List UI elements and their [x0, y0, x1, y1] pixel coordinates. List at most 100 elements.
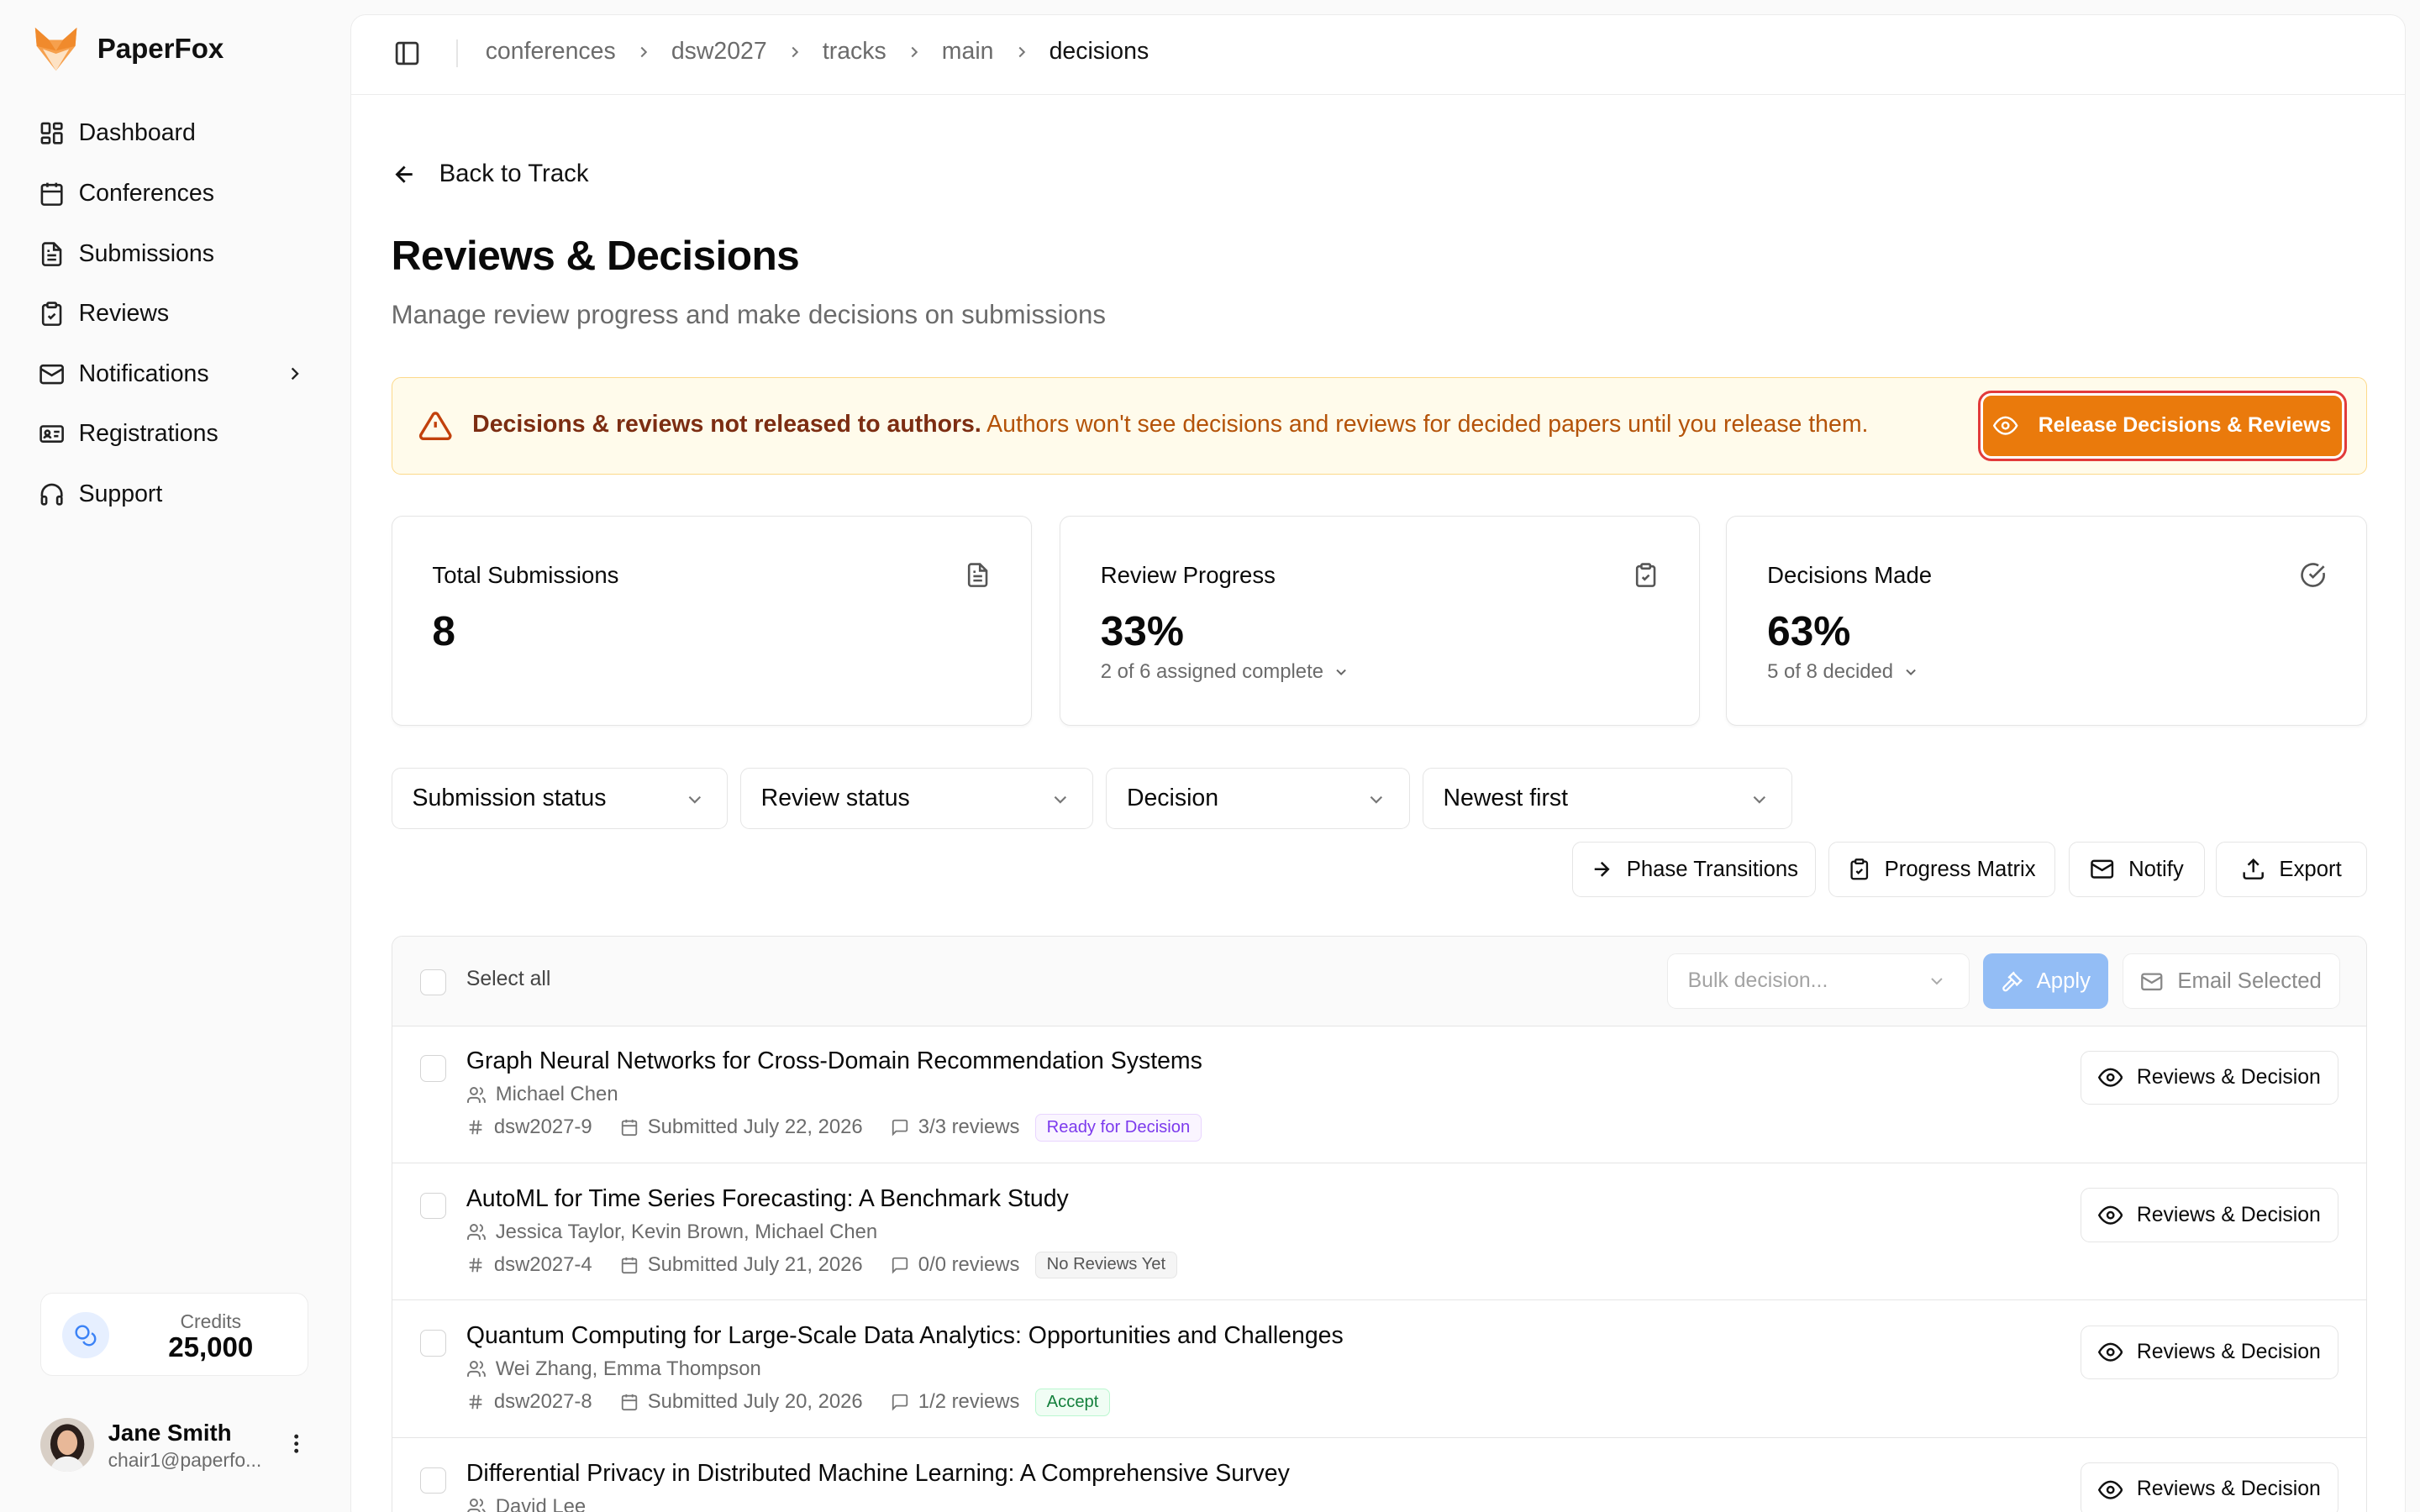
- submission-title[interactable]: Quantum Computing for Large-Scale Data A…: [466, 1322, 1344, 1350]
- back-link[interactable]: Back to Track: [392, 160, 589, 188]
- sidebar-item-submissions[interactable]: Submissions: [24, 223, 327, 284]
- button-label: Progress Matrix: [1884, 857, 2036, 881]
- row-checkbox[interactable]: [419, 1055, 446, 1082]
- reviews-decision-button[interactable]: Reviews & Decision: [2081, 1325, 2338, 1380]
- submissions-list: Select all Bulk decision... Apply Email …: [391, 936, 2367, 1512]
- calendar-icon: [620, 1256, 639, 1274]
- progress-matrix-button[interactable]: Progress Matrix: [1828, 841, 2055, 898]
- sidebar-item-label: Reviews: [78, 300, 170, 328]
- stat-label: Review Progress: [1100, 561, 1276, 588]
- calendar-icon: [620, 1118, 639, 1137]
- reviews-decision-button[interactable]: Reviews & Decision: [2081, 1462, 2338, 1512]
- app-logo[interactable]: PaperFox: [34, 26, 224, 72]
- message-square-icon: [891, 1118, 909, 1137]
- submitted-date: Submitted July 21, 2026: [647, 1252, 863, 1276]
- user-menu[interactable]: Jane Smith chair1@paperfo...: [39, 1416, 318, 1475]
- fox-logo-icon: [34, 26, 78, 72]
- more-vertical-icon[interactable]: [284, 1431, 308, 1456]
- stat-decisions-made: Decisions Made 63% 5 of 8 decided: [1726, 516, 2367, 727]
- select-all-checkbox[interactable]: [419, 969, 446, 995]
- chevron-right-icon: [284, 363, 306, 385]
- breadcrumb-tracks[interactable]: tracks: [823, 38, 886, 66]
- button-label: Export: [2279, 857, 2342, 881]
- mail-icon: [39, 361, 65, 387]
- chevron-down-icon: [684, 789, 706, 811]
- stat-label: Total Submissions: [432, 561, 619, 588]
- row-checkbox[interactable]: [419, 1192, 446, 1220]
- export-button[interactable]: Export: [2215, 841, 2367, 898]
- breadcrumb-conferences[interactable]: conferences: [486, 38, 616, 66]
- select-all-label: Select all: [466, 967, 551, 990]
- bulk-decision-select[interactable]: Bulk decision...: [1666, 953, 1970, 1010]
- page-title: Reviews & Decisions: [391, 231, 800, 279]
- row-checkbox[interactable]: [419, 1467, 446, 1494]
- sidebar-item-label: Conferences: [78, 179, 214, 207]
- notify-button[interactable]: Notify: [2069, 841, 2205, 898]
- submission-title[interactable]: Differential Privacy in Distributed Mach…: [466, 1460, 1290, 1488]
- breadcrumb-track[interactable]: main: [942, 38, 994, 66]
- clipboard-check-icon: [39, 301, 65, 327]
- release-button-label: Release Decisions & Reviews: [2038, 414, 2332, 438]
- submission-row: Differential Privacy in Distributed Mach…: [392, 1437, 2366, 1512]
- sidebar-item-notifications[interactable]: Notifications: [24, 344, 327, 405]
- breadcrumb-conference[interactable]: dsw2027: [671, 38, 767, 66]
- gavel-icon: [2001, 970, 2024, 994]
- review-count: 0/0 reviews: [918, 1252, 1020, 1276]
- stat-detail-toggle[interactable]: 2 of 6 assigned complete: [1101, 660, 1350, 684]
- authors-text: Michael Chen: [495, 1083, 618, 1106]
- credits-value: 25,000: [168, 1332, 254, 1364]
- hash-icon: [466, 1118, 485, 1137]
- check-circle-icon: [2300, 562, 2326, 588]
- apply-button[interactable]: Apply: [1983, 953, 2109, 1010]
- users-icon: [466, 1497, 487, 1512]
- review-count: 1/2 reviews: [918, 1390, 1020, 1414]
- calendar-icon: [620, 1393, 639, 1411]
- review-status-select[interactable]: Review status: [739, 767, 1094, 830]
- decision-select[interactable]: Decision: [1106, 767, 1410, 830]
- email-selected-button[interactable]: Email Selected: [2122, 953, 2340, 1010]
- stat-value: 63%: [1767, 606, 1851, 654]
- sidebar-item-label: Dashboard: [78, 119, 196, 147]
- back-link-label: Back to Track: [439, 160, 589, 188]
- sidebar-toggle-icon[interactable]: [393, 39, 421, 67]
- mail-icon: [2090, 857, 2114, 881]
- sidebar-item-conferences[interactable]: Conferences: [24, 164, 327, 224]
- authors-text: David Lee: [495, 1494, 587, 1512]
- submission-id: dsw2027-8: [493, 1390, 592, 1414]
- divider: [455, 39, 458, 67]
- stat-review-progress: Review Progress 33% 2 of 6 assigned comp…: [1059, 516, 1701, 727]
- chevron-right-icon: [905, 43, 923, 61]
- sidebar-item-dashboard[interactable]: Dashboard: [24, 103, 327, 164]
- eye-icon: [1993, 413, 2018, 438]
- chevron-right-icon: [634, 43, 653, 61]
- submission-title[interactable]: AutoML for Time Series Forecasting: A Be…: [466, 1185, 1069, 1213]
- button-label: Reviews & Decision: [2136, 1203, 2321, 1226]
- release-decisions-button[interactable]: Release Decisions & Reviews: [1977, 391, 2348, 461]
- stat-detail-toggle[interactable]: 5 of 8 decided: [1767, 660, 1919, 684]
- reviews-decision-button[interactable]: Reviews & Decision: [2081, 1050, 2338, 1105]
- phase-transitions-button[interactable]: Phase Transitions: [1571, 841, 1816, 898]
- chevron-down-icon: [1927, 971, 1947, 991]
- sort-select[interactable]: Newest first: [1422, 767, 1793, 830]
- submission-title[interactable]: Graph Neural Networks for Cross-Domain R…: [466, 1047, 1202, 1075]
- sidebar-item-support[interactable]: Support: [24, 465, 327, 525]
- users-icon: [466, 1359, 487, 1379]
- sidebar-item-label: Registrations: [78, 420, 218, 448]
- eye-icon: [2097, 1203, 2123, 1227]
- submission-status-select[interactable]: Submission status: [391, 767, 729, 830]
- sidebar-item-reviews[interactable]: Reviews: [24, 284, 327, 344]
- submission-id: dsw2027-4: [493, 1252, 592, 1276]
- reviews-decision-button[interactable]: Reviews & Decision: [2081, 1188, 2338, 1242]
- button-label: Notify: [2128, 857, 2184, 881]
- sidebar-nav: Dashboard Conferences Submissions Review…: [24, 103, 327, 524]
- chevron-down-icon: [1050, 789, 1071, 811]
- submitted-date: Submitted July 22, 2026: [647, 1116, 863, 1139]
- submission-meta: dsw2027-9 Submitted July 22, 2026 3/3 re…: [466, 1114, 1202, 1142]
- sidebar-item-registrations[interactable]: Registrations: [24, 404, 327, 465]
- alert-text: Decisions & reviews not released to auth…: [472, 411, 1868, 438]
- alert-strong: Decisions & reviews not released to auth…: [472, 410, 981, 438]
- row-checkbox[interactable]: [419, 1330, 446, 1357]
- submission-row: Quantum Computing for Large-Scale Data A…: [392, 1300, 2366, 1438]
- breadcrumb: conferences dsw2027 tracks main decision…: [486, 38, 1149, 66]
- credits-card: Credits 25,000: [39, 1293, 309, 1377]
